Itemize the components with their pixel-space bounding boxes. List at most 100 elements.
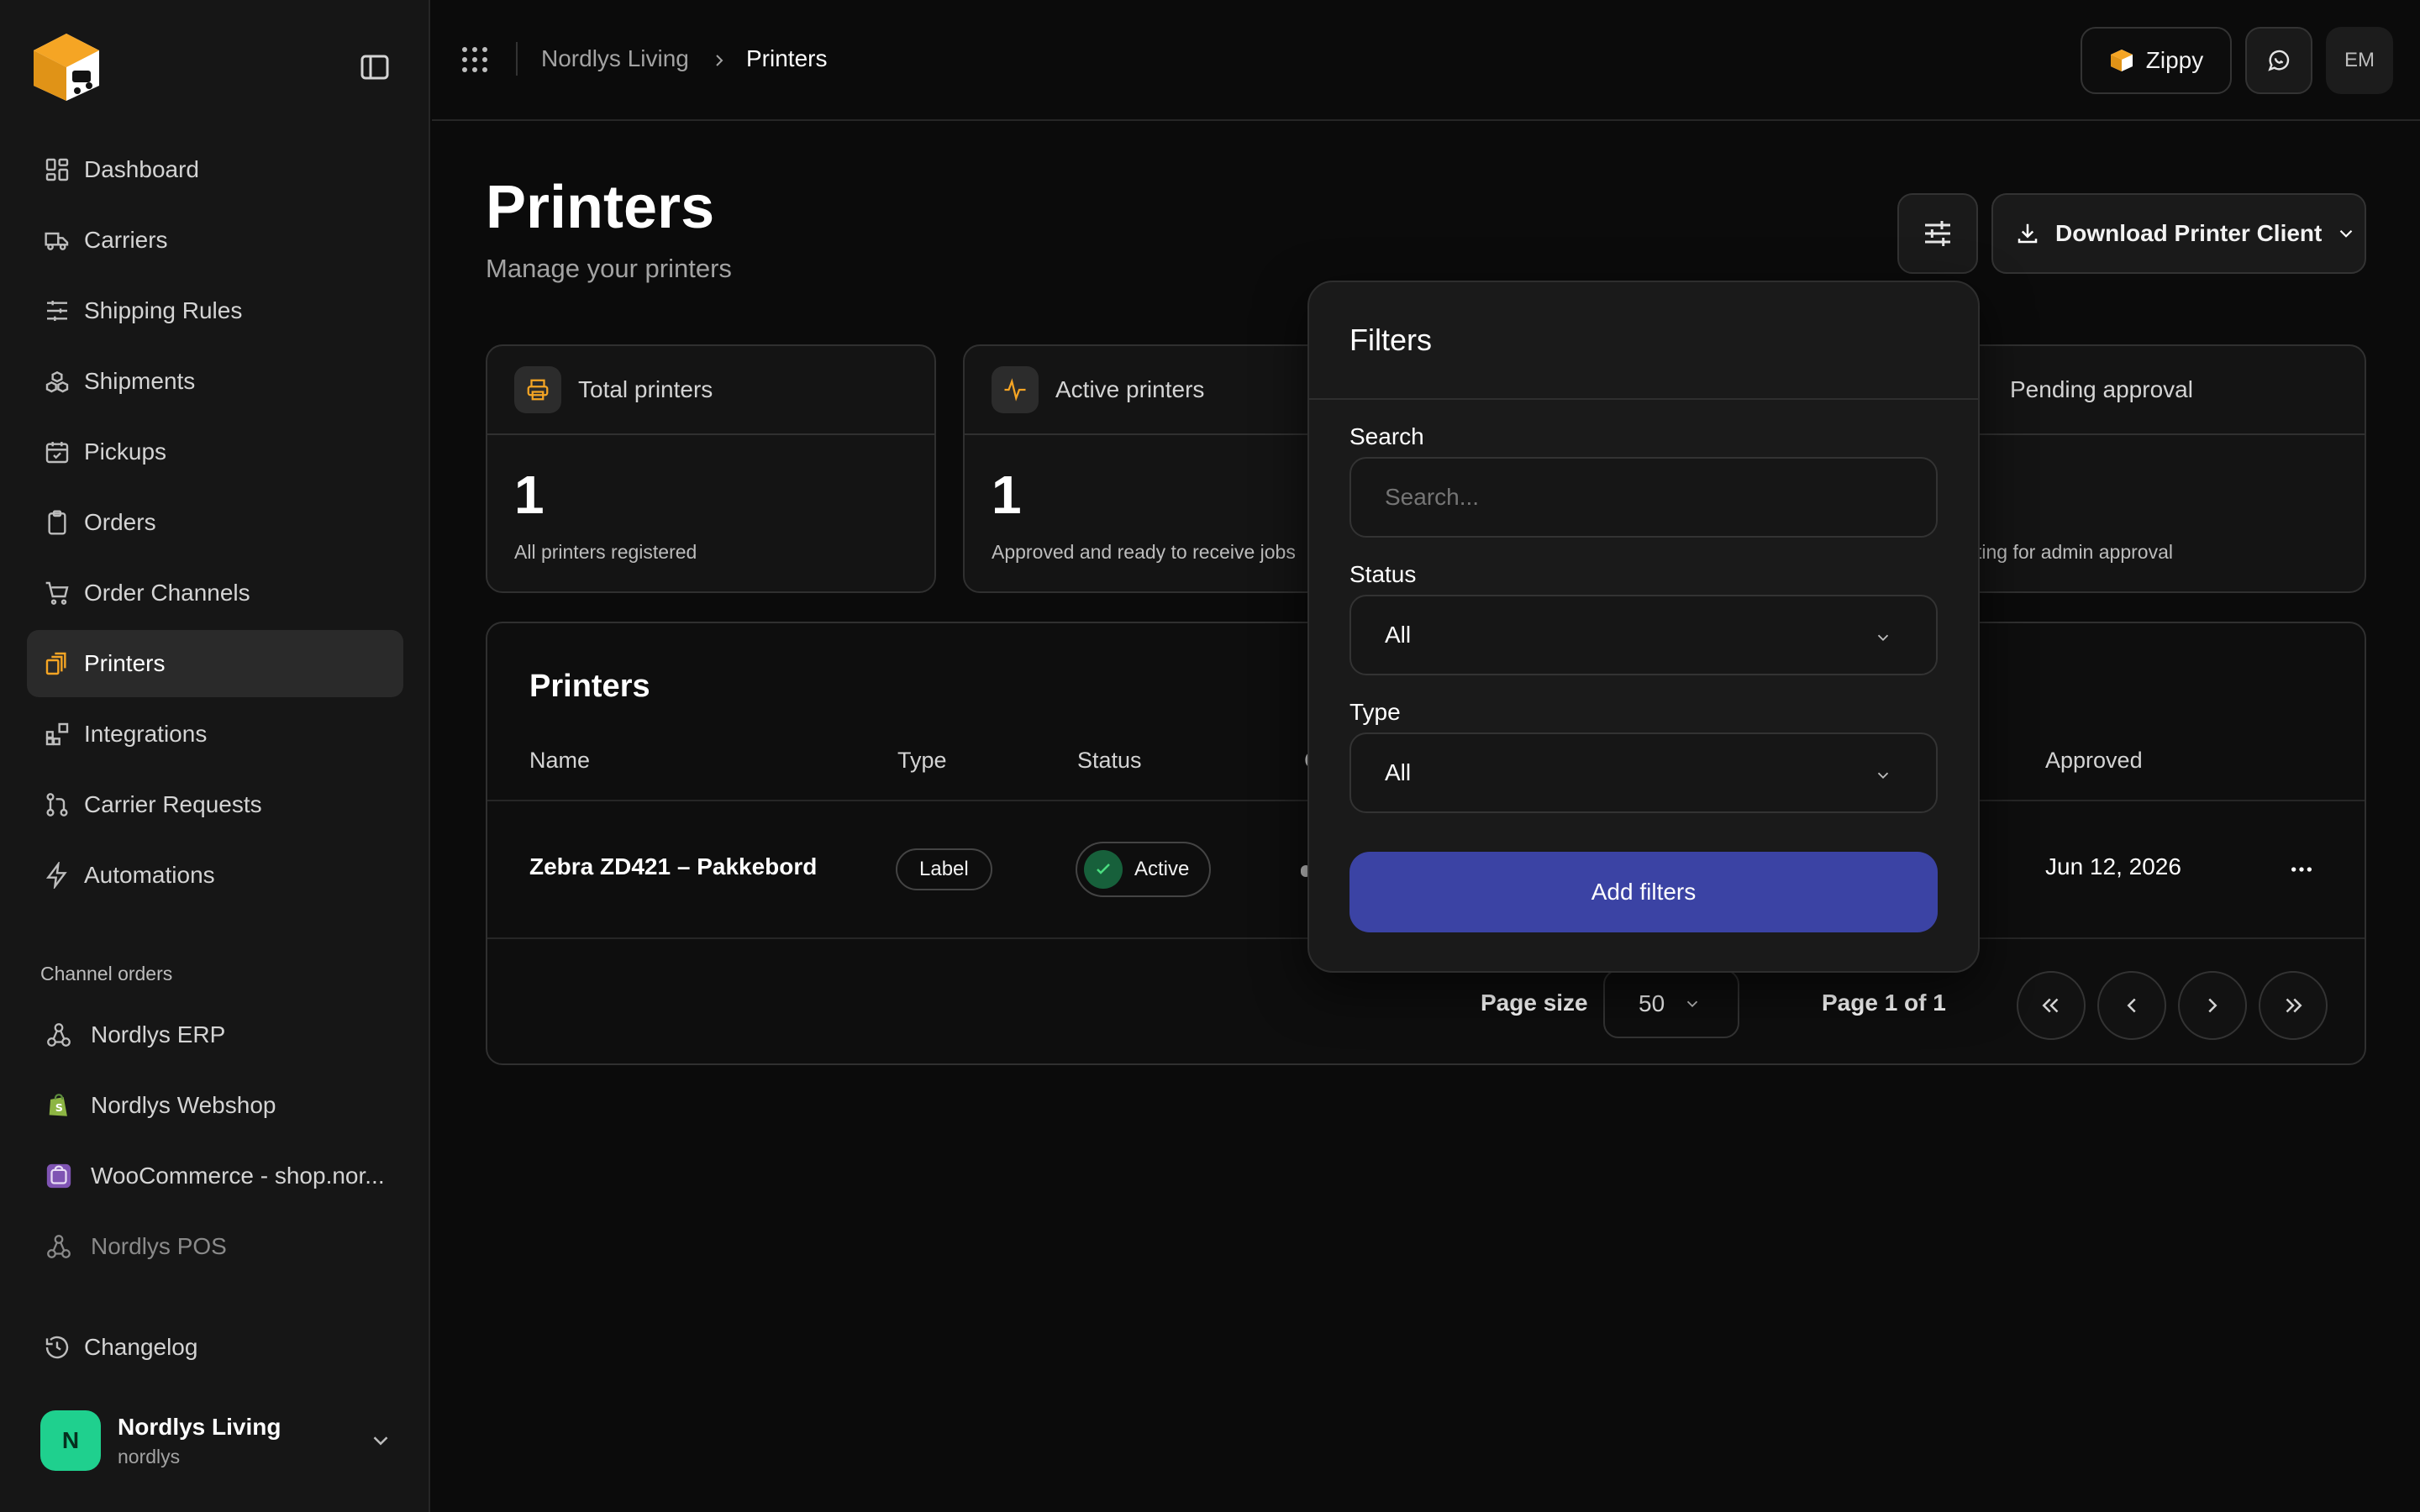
blocks-icon	[45, 722, 69, 746]
sidebar-item-dashboard[interactable]: Dashboard	[27, 136, 403, 203]
column-header-approved[interactable]: Approved	[2045, 748, 2143, 774]
filters-title: Filters	[1349, 323, 1432, 357]
channel-label: WooCommerce - shop.nor...	[91, 1163, 385, 1189]
boxes-icon	[45, 370, 69, 393]
sidebar: Dashboard Carriers Shipping Rules Shipme…	[0, 0, 430, 1512]
history-icon	[45, 1336, 69, 1359]
woocommerce-icon	[44, 1161, 74, 1191]
svg-text:S: S	[55, 1102, 63, 1115]
sidebar-item-integrations[interactable]: Integrations	[27, 701, 403, 768]
main-nav: Dashboard Carriers Shipping Rules Shipme…	[27, 136, 403, 912]
message-circle-icon	[2268, 50, 2290, 71]
divider	[1309, 398, 1978, 400]
webhook-icon	[44, 1020, 74, 1050]
page-size-select[interactable]: 50	[1603, 969, 1739, 1038]
chevrons-left-icon	[2042, 998, 2059, 1013]
sidebar-item-orders[interactable]: Orders	[27, 489, 403, 556]
account-avatar: N	[40, 1410, 101, 1471]
sidebar-item-label: Dashboard	[84, 156, 199, 182]
stat-label: Pending approval	[2010, 376, 2193, 402]
sidebar-item-label: Shipments	[84, 368, 196, 394]
first-page-button[interactable]	[2017, 971, 2086, 1040]
filter-toggle-button[interactable]	[1897, 193, 1978, 274]
shopify-icon: S	[44, 1090, 74, 1121]
type-label: Type	[1349, 699, 1401, 725]
topbar: Nordlys Living Printers Zippy EM	[432, 0, 2420, 121]
sidebar-item-carrier-requests[interactable]: Carrier Requests	[27, 771, 403, 838]
sidebar-item-automations[interactable]: Automations	[27, 842, 403, 909]
chevron-down-icon	[373, 1436, 388, 1446]
download-label: Download Printer Client	[2055, 220, 2323, 246]
stat-description: All printers registered	[514, 541, 697, 563]
search-input[interactable]	[1349, 457, 1938, 538]
zippy-button[interactable]: Zippy	[2081, 27, 2232, 94]
chevron-left-icon	[2127, 998, 2136, 1013]
previous-page-button[interactable]	[2097, 971, 2166, 1040]
zap-icon	[45, 862, 67, 889]
stat-card-total: Total printers 1 All printers registered	[486, 344, 936, 593]
page-size-value: 50	[1639, 990, 1665, 1016]
sidebar-item-printers[interactable]: Printers	[27, 630, 403, 697]
sidebar-item-label: Order Channels	[84, 580, 250, 606]
approved-date: Jun 12, 2026	[2045, 853, 2181, 879]
channel-list: Nordlys ERP S Nordlys Webshop WooCommerc…	[27, 1000, 403, 1282]
status-label: Active	[1134, 858, 1190, 880]
chevron-down-icon	[2340, 229, 2353, 238]
sidebar-item-label: Carriers	[84, 227, 168, 253]
sidebar-item-label: Carrier Requests	[84, 791, 262, 817]
stat-label: Total printers	[578, 376, 713, 402]
sidebar-item-label: Automations	[84, 862, 215, 888]
channel-item-nordlys-webshop[interactable]: S Nordlys Webshop	[27, 1070, 403, 1141]
page-info: Page 1 of 1	[1822, 990, 1946, 1016]
cart-icon	[45, 581, 69, 605]
apps-grid-icon[interactable]	[460, 45, 489, 74]
zippy-label: Zippy	[2145, 47, 2204, 73]
sidebar-item-pickups[interactable]: Pickups	[27, 418, 403, 486]
changelog-label: Changelog	[84, 1334, 198, 1360]
column-header-name[interactable]: Name	[529, 748, 590, 774]
chevrons-right-icon	[2286, 998, 2302, 1013]
breadcrumb-item-workspace[interactable]: Nordlys Living	[541, 45, 689, 72]
user-menu-button[interactable]: EM	[2326, 27, 2393, 94]
channel-label: Nordlys ERP	[91, 1021, 226, 1047]
divider	[516, 42, 518, 76]
download-icon	[2018, 223, 2038, 244]
support-chat-button[interactable]	[2245, 27, 2312, 94]
sidebar-item-carriers[interactable]: Carriers	[27, 207, 403, 274]
channel-item-nordlys-erp[interactable]: Nordlys ERP	[27, 1000, 403, 1070]
chevron-right-icon	[2208, 998, 2217, 1013]
row-actions-button[interactable]	[2281, 848, 2323, 890]
next-page-button[interactable]	[2178, 971, 2247, 1040]
column-header-status[interactable]: Status	[1077, 748, 1142, 774]
table-title: Printers	[529, 669, 650, 704]
account-switcher[interactable]: N Nordlys Living nordlys	[40, 1410, 393, 1472]
sidebar-item-shipments[interactable]: Shipments	[27, 348, 403, 415]
sidebar-toggle-icon[interactable]	[360, 54, 390, 81]
type-badge: Label	[896, 848, 992, 890]
column-header-type[interactable]: Type	[897, 748, 947, 774]
add-filters-button[interactable]: Add filters	[1349, 852, 1938, 932]
webhook-icon	[44, 1231, 74, 1262]
sidebar-item-label: Orders	[84, 509, 156, 535]
sidebar-item-order-channels[interactable]: Order Channels	[27, 559, 403, 627]
breadcrumb-item-current: Printers	[746, 45, 828, 71]
more-horizontal-icon	[2291, 867, 2312, 872]
zippy-logo[interactable]	[29, 30, 104, 102]
changelog-link[interactable]: Changelog	[44, 1334, 197, 1361]
chevron-down-icon	[1877, 772, 1889, 780]
channel-item-woocommerce[interactable]: WooCommerce - shop.nor...	[27, 1141, 403, 1211]
type-select-value: All	[1385, 759, 1412, 785]
type-select[interactable]: All	[1349, 732, 1938, 813]
last-page-button[interactable]	[2259, 971, 2328, 1040]
status-select[interactable]: All	[1349, 595, 1938, 675]
download-printer-client-button[interactable]: Download Printer Client	[1991, 193, 2366, 274]
channel-item-nordlys-pos[interactable]: Nordlys POS	[27, 1211, 403, 1282]
truck-icon	[45, 232, 69, 250]
activity-icon	[992, 366, 1039, 413]
status-label: Status	[1349, 561, 1417, 587]
calendar-check-icon	[45, 442, 69, 464]
chevron-down-icon	[1877, 634, 1889, 642]
sidebar-item-shipping-rules[interactable]: Shipping Rules	[27, 277, 403, 344]
sidebar-item-label: Integrations	[84, 721, 208, 747]
stat-description: Approved and ready to receive jobs	[992, 541, 1296, 563]
